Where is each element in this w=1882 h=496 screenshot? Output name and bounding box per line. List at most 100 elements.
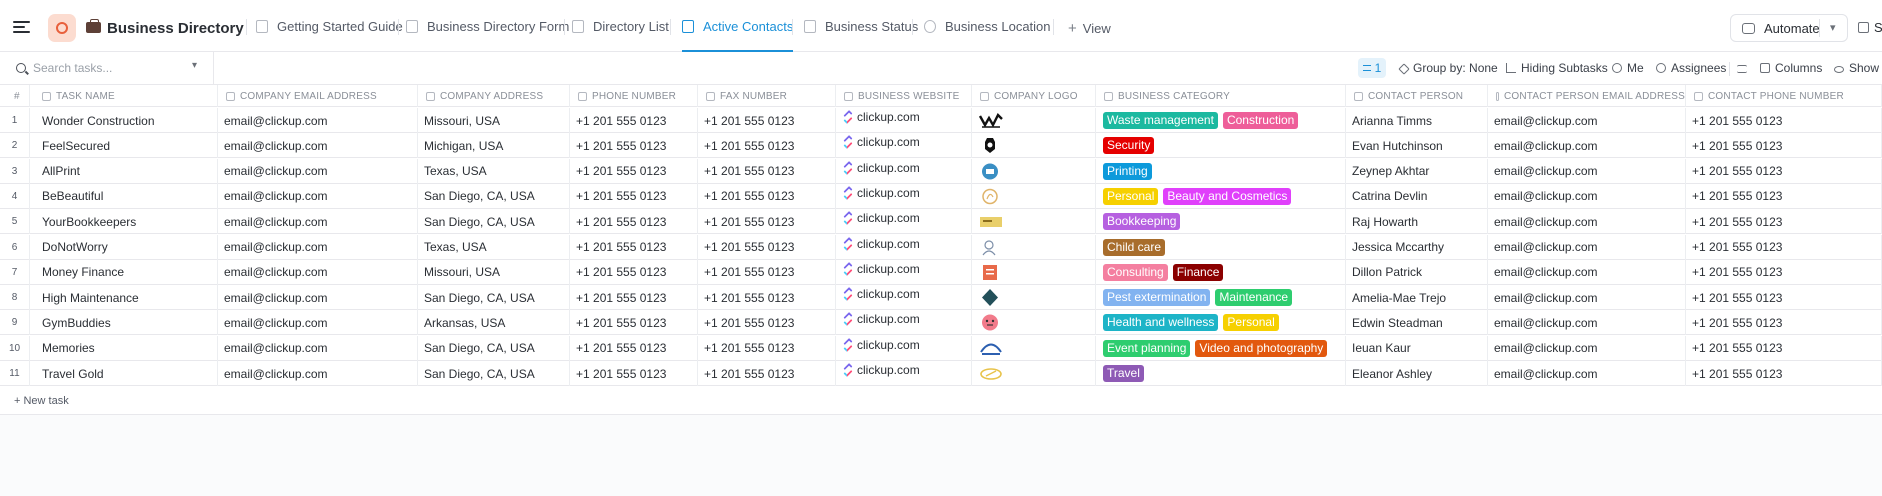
add-view-button[interactable]: + View: [1068, 20, 1111, 37]
col-business-category-cell[interactable]: Printing: [1096, 158, 1346, 184]
col-task-name-cell[interactable]: BeBeautiful: [30, 183, 218, 209]
website-link[interactable]: clickup.com: [844, 186, 920, 200]
website-link[interactable]: clickup.com: [844, 211, 920, 225]
col-task-name-cell[interactable]: Memories: [30, 335, 218, 361]
share-button[interactable]: Share: [1858, 20, 1882, 35]
col-number-header[interactable]: #: [0, 85, 30, 107]
search-input[interactable]: [33, 59, 183, 77]
col-business-website-cell: clickup.com: [836, 133, 972, 159]
website-text: clickup.com: [857, 363, 920, 377]
table-row[interactable]: 1 Wonder Construction email@clickup.com Mis…: [0, 108, 1882, 133]
col-task-name-cell[interactable]: Money Finance: [30, 259, 218, 285]
col-task-name-cell[interactable]: AllPrint: [30, 158, 218, 184]
automate-button[interactable]: Automate ▾: [1730, 14, 1848, 42]
col-contact-email-cell: email@clickup.com: [1488, 361, 1686, 386]
col-task-name-cell[interactable]: Wonder Construction: [30, 108, 218, 133]
website-link[interactable]: clickup.com: [844, 161, 920, 175]
col-business-website-header[interactable]: BUSINESS WEBSITE: [836, 85, 972, 107]
table-row[interactable]: 7 Money Finance email@clickup.com Missouri,…: [0, 259, 1882, 285]
menu-icon[interactable]: [13, 21, 30, 33]
travel-gold-logo[interactable]: [978, 364, 1004, 383]
tab-active-contacts[interactable]: Active Contacts: [682, 0, 794, 52]
wonder-construction-logo[interactable]: [978, 111, 1004, 130]
col-company-address-header[interactable]: COMPANY ADDRESS: [418, 85, 570, 107]
col-fax-number-cell: +1 201 555 0123: [698, 335, 836, 361]
table-row[interactable]: 8 High Maintenance email@clickup.com San Di…: [0, 285, 1882, 311]
table-row[interactable]: 4 BeBeautiful email@clickup.com San Diego, …: [0, 183, 1882, 209]
col-contact-phone-cell: +1 201 555 0123: [1686, 183, 1882, 209]
col-business-category-cell[interactable]: Child care: [1096, 234, 1346, 260]
col-business-category-cell[interactable]: Personal Beauty and Cosmetics: [1096, 183, 1346, 209]
chevron-down-icon[interactable]: ▾: [192, 60, 197, 71]
filter-button[interactable]: 1: [1358, 58, 1386, 78]
hiding-subtasks-button[interactable]: Hiding Subtasks: [1506, 61, 1608, 75]
website-link[interactable]: clickup.com: [844, 338, 920, 352]
tab-directory-list[interactable]: Directory List: [572, 0, 669, 52]
col-task-name-cell[interactable]: DoNotWorry: [30, 234, 218, 260]
col-business-category-header[interactable]: BUSINESS CATEGORY: [1096, 85, 1346, 107]
feelsecured-logo[interactable]: [978, 136, 1004, 155]
table-row[interactable]: 2 FeelSecured email@clickup.com Michigan, U…: [0, 133, 1882, 159]
tab-business-location[interactable]: Business Location: [924, 0, 1051, 52]
website-link[interactable]: clickup.com: [844, 312, 920, 326]
show-button[interactable]: Show: [1834, 61, 1879, 75]
website-link[interactable]: clickup.com: [844, 237, 920, 251]
col-contact-person-header[interactable]: CONTACT PERSON: [1346, 85, 1488, 107]
col-business-category-cell[interactable]: Travel: [1096, 361, 1346, 386]
bebeautiful-logo[interactable]: [978, 187, 1004, 206]
chevron-down-icon[interactable]: ▾: [1830, 21, 1836, 34]
new-task-button[interactable]: + New task: [14, 395, 69, 407]
website-link[interactable]: clickup.com: [844, 135, 920, 149]
space-avatar-icon[interactable]: [48, 14, 76, 42]
search-box[interactable]: ▾: [0, 52, 214, 84]
col-contact-email-cell: email@clickup.com: [1488, 209, 1686, 235]
table-row[interactable]: 9 GymBuddies email@clickup.com Arkansas, US…: [0, 310, 1882, 336]
memories-logo[interactable]: [978, 339, 1004, 358]
table-row[interactable]: 3 AllPrint email@clickup.com Texas, USA +1 2…: [0, 158, 1882, 184]
website-link[interactable]: clickup.com: [844, 262, 920, 276]
high-maintenance-logo[interactable]: [978, 288, 1004, 307]
col-company-logo-header[interactable]: COMPANY LOGO: [972, 85, 1096, 107]
col-business-category-cell[interactable]: Waste management Construction: [1096, 108, 1346, 133]
row-density-button[interactable]: [1737, 61, 1752, 75]
donotworry-logo[interactable]: [978, 238, 1004, 257]
table-row[interactable]: 11 Travel Gold email@clickup.com San Diego,…: [0, 361, 1882, 386]
tab-business-status[interactable]: Business Status: [804, 0, 918, 52]
col-task-name-cell[interactable]: GymBuddies: [30, 310, 218, 336]
col-business-category-cell[interactable]: Event planning Video and photography: [1096, 335, 1346, 361]
col-business-category-cell[interactable]: Health and wellness Personal: [1096, 310, 1346, 336]
allprint-logo[interactable]: [978, 162, 1004, 181]
table-row[interactable]: 10 Memories email@clickup.com San Diego, CA…: [0, 335, 1882, 361]
col-task-name-cell[interactable]: FeelSecured: [30, 133, 218, 159]
website-link[interactable]: clickup.com: [844, 287, 920, 301]
column-label: CONTACT PERSON: [1368, 90, 1464, 102]
table-row[interactable]: 6 DoNotWorry email@clickup.com Texas, USA +1…: [0, 234, 1882, 260]
gymbuddies-logo[interactable]: [978, 313, 1004, 332]
table-row[interactable]: 5 YourBookkeepers email@clickup.com San Die…: [0, 209, 1882, 235]
col-phone-number-header[interactable]: PHONE NUMBER: [570, 85, 698, 107]
column-label: COMPANY ADDRESS: [440, 90, 544, 102]
col-fax-number-cell: +1 201 555 0123: [698, 259, 836, 285]
tab-business-directory-form[interactable]: Business Directory Form: [406, 0, 569, 52]
col-business-category-cell[interactable]: Pest extermination Maintenance: [1096, 285, 1346, 311]
col-business-category-cell[interactable]: Consulting Finance: [1096, 259, 1346, 285]
me-filter-button[interactable]: Me: [1612, 61, 1644, 75]
col-contact-phone-header[interactable]: CONTACT PHONE NUMBER: [1686, 85, 1882, 107]
col-business-category-cell[interactable]: Security: [1096, 133, 1346, 159]
col-task-name-cell[interactable]: High Maintenance: [30, 285, 218, 311]
columns-button[interactable]: Columns: [1760, 61, 1822, 75]
tab-getting-started-guide[interactable]: Getting Started Guide: [256, 0, 403, 52]
website-link[interactable]: clickup.com: [844, 110, 920, 124]
col-task-name-header[interactable]: TASK NAME: [30, 85, 218, 107]
website-link[interactable]: clickup.com: [844, 363, 920, 377]
col-contact-email-header[interactable]: CONTACT PERSON EMAIL ADDRESS: [1488, 85, 1686, 107]
col-company-email-header[interactable]: COMPANY EMAIL ADDRESS: [218, 85, 418, 107]
yourbookkeepers-logo[interactable]: [978, 212, 1004, 231]
col-fax-number-header[interactable]: FAX NUMBER: [698, 85, 836, 107]
group-by-button[interactable]: Group by: None: [1398, 61, 1498, 75]
assignees-button[interactable]: Assignees: [1656, 61, 1726, 75]
col-task-name-cell[interactable]: Travel Gold: [30, 361, 218, 386]
col-business-category-cell[interactable]: Bookkeeping: [1096, 209, 1346, 235]
money-finance-logo[interactable]: [978, 263, 1004, 282]
col-task-name-cell[interactable]: YourBookkeepers: [30, 209, 218, 235]
